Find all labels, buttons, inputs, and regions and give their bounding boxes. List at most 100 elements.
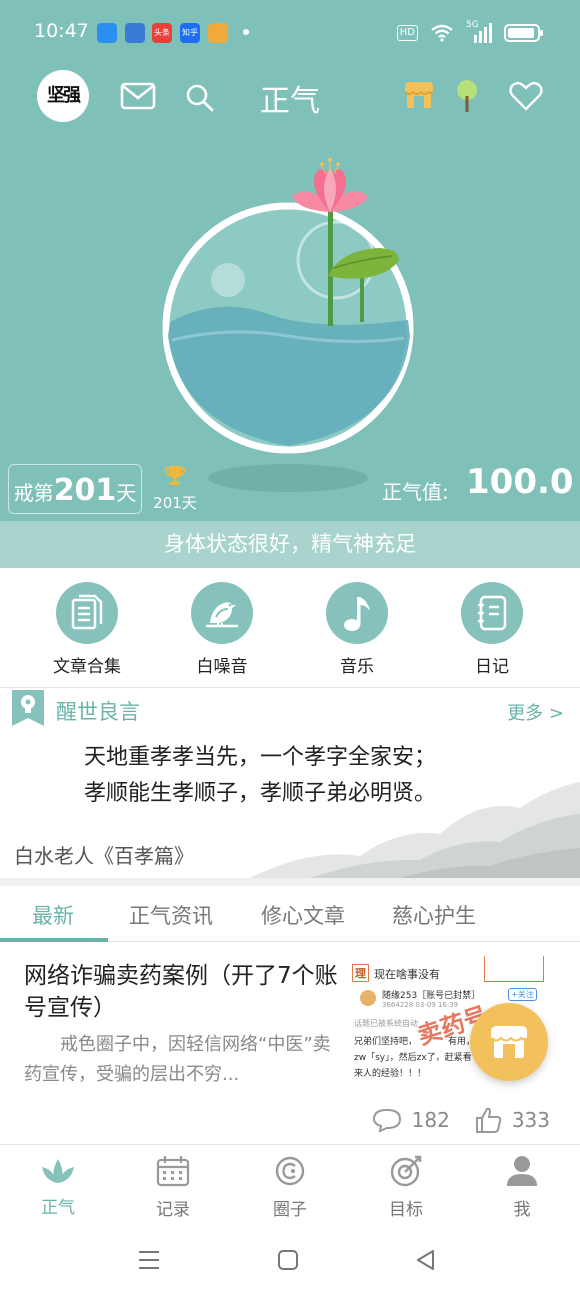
thumb-follow: +关注 <box>508 988 537 1001</box>
tab-latest[interactable]: 最新 <box>32 900 74 930</box>
signal-icon: 5G <box>466 20 492 43</box>
tool-music-circle <box>326 582 388 644</box>
zhihu-icon: 知乎 <box>180 23 200 43</box>
page-title: 正气 <box>260 84 320 119</box>
status-time: 10:47 <box>34 20 89 42</box>
calendar-icon <box>156 1156 190 1187</box>
article-stats: 182 333 <box>372 1106 550 1134</box>
article-title[interactable]: 网络诈骗卖药案例（开了7个账号宣传） <box>24 960 344 1024</box>
tab-zhengqi-news[interactable]: 正气资讯 <box>129 900 213 930</box>
app-icon-blue <box>97 23 117 43</box>
trophy-count: 201天 <box>153 494 197 512</box>
nav-zhengqi[interactable]: 正气 <box>18 1155 98 1218</box>
abstain-days-box[interactable]: 戒第 201 天 <box>8 464 142 514</box>
tab-mind-articles[interactable]: 修心文章 <box>261 900 345 930</box>
quote-section-title: 醒世良言 <box>56 700 140 724</box>
comment-icon[interactable] <box>372 1107 402 1133</box>
document-icon <box>71 594 103 630</box>
article-summary: 戒色圈子中，因轻信网络“中医”卖药宣传，受骗的层出不穷... <box>24 1034 331 1085</box>
hero-stats: 戒第 201 天 201天 正气值: 100.0 <box>0 462 580 518</box>
quote-text: 天地重孝孝当先，一个孝字全家安； 孝顺能生孝顺子，孝顺子弟必明贤。 <box>84 740 436 812</box>
status-right: HD 5G <box>396 20 543 44</box>
nav-record[interactable]: 记录 <box>133 1155 213 1220</box>
hero-area: 10:47 头条 知乎 HD 5G 坚强 正气 戒第 201 天 201天 正气… <box>0 0 580 568</box>
feed-tabs: 最新 正气资讯 修心文章 慈心护生 <box>0 886 580 942</box>
days-suffix: 天 <box>116 481 137 505</box>
notebook-icon <box>478 595 507 631</box>
tool-articles[interactable]: 文章合集 <box>32 582 142 677</box>
like-count: 333 <box>511 1108 550 1132</box>
menu-icon[interactable] <box>138 1250 160 1270</box>
wifi-icon <box>431 24 453 42</box>
shop-fab-button[interactable] <box>470 1003 548 1081</box>
person-icon <box>507 1156 537 1186</box>
tool-label: 白噪音 <box>196 657 248 677</box>
tool-label: 文章合集 <box>53 657 121 677</box>
thumb-body-3: 来人的经验！！！ <box>354 1069 427 1079</box>
tool-label: 音乐 <box>340 657 374 677</box>
quote-line-1: 天地重孝孝当先，一个孝字全家安； <box>84 745 437 770</box>
quote-more-link[interactable]: 更多 > <box>507 699 564 725</box>
thumb-header: 理 现在啥事没有 <box>350 956 550 986</box>
shop-icon[interactable] <box>403 80 435 110</box>
battery-icon <box>504 24 543 42</box>
back-icon[interactable] <box>415 1249 435 1271</box>
section-divider <box>0 878 580 886</box>
quote-section[interactable]: 醒世良言 更多 > 天地重孝孝当先，一个孝字全家安； 孝顺能生孝顺子，孝顺子弟必… <box>0 688 580 878</box>
circle-icon <box>275 1156 305 1186</box>
hd-badge: HD <box>396 25 418 41</box>
tool-articles-circle <box>56 582 118 644</box>
wallet-icon <box>208 23 228 43</box>
days-count: 201 <box>53 473 117 508</box>
search-icon[interactable] <box>185 83 215 113</box>
tree-icon[interactable] <box>454 78 480 114</box>
tab-protect-life[interactable]: 慈心护生 <box>392 900 476 930</box>
thumb-body-2: zw「sy」，然后zx了，赶紧看 <box>354 1053 472 1063</box>
nav-label: 记录 <box>156 1200 190 1220</box>
days-prefix: 戒第 <box>13 481 54 505</box>
status-bar: 10:47 头条 知乎 HD 5G <box>0 0 580 66</box>
thumb-note: 话题已被系统自动 <box>354 1019 418 1028</box>
tool-diary[interactable]: 日记 <box>437 582 547 677</box>
tool-grid: 文章合集 白噪音 音乐 日记 <box>0 568 580 688</box>
app-icon-wave <box>125 23 145 43</box>
top-navbar: 坚强 正气 <box>0 66 580 126</box>
tool-diary-circle <box>461 582 523 644</box>
body-status-strip: 身体状态很好，精气神充足 <box>0 521 580 568</box>
bird-icon <box>206 602 238 628</box>
heart-icon[interactable] <box>509 81 543 111</box>
trophy-record[interactable]: 201天 <box>152 464 198 513</box>
thumb-body-1: 兄弟们坚持吧， <box>354 1037 418 1047</box>
tool-label: 日记 <box>475 657 509 677</box>
thumbs-up-icon[interactable] <box>474 1106 502 1134</box>
comment-count: 182 <box>411 1108 450 1132</box>
toutiao-icon: 头条 <box>152 23 172 43</box>
quote-author: 白水老人《百孝篇》 <box>14 844 194 868</box>
thumb-user-avatar <box>360 990 376 1006</box>
zhengqi-value: 100.0 <box>466 462 574 502</box>
tool-music[interactable]: 音乐 <box>302 582 412 677</box>
nav-goal[interactable]: 目标 <box>366 1155 446 1220</box>
music-note-icon <box>344 597 370 631</box>
nav-label: 目标 <box>389 1200 423 1220</box>
system-nav-bar <box>0 1230 580 1295</box>
lotus-icon <box>42 1159 74 1183</box>
zhengqi-label: 正气值: <box>382 480 449 504</box>
thumb-header-tag: 理 <box>352 964 369 982</box>
shop-icon <box>490 1026 528 1058</box>
thumb-header-text: 现在啥事没有 <box>374 968 440 981</box>
avatar[interactable]: 坚强 <box>37 70 89 122</box>
target-icon <box>390 1155 422 1187</box>
thumb-highlight-box <box>484 956 544 982</box>
nav-me[interactable]: 我 <box>482 1155 562 1220</box>
nav-label: 我 <box>513 1200 531 1220</box>
thumb-user: 随缘253［账号已封禁］ <box>382 991 481 1001</box>
tool-white-noise-circle <box>191 582 253 644</box>
mail-icon[interactable] <box>120 82 156 110</box>
trophy-icon <box>164 466 186 485</box>
bottom-nav: 正气 记录 圈子 目标 我 <box>0 1144 580 1230</box>
tool-white-noise[interactable]: 白噪音 <box>167 582 277 677</box>
nav-circle[interactable]: 圈子 <box>250 1155 330 1220</box>
nav-label: 圈子 <box>273 1200 307 1220</box>
home-icon[interactable] <box>277 1249 299 1271</box>
